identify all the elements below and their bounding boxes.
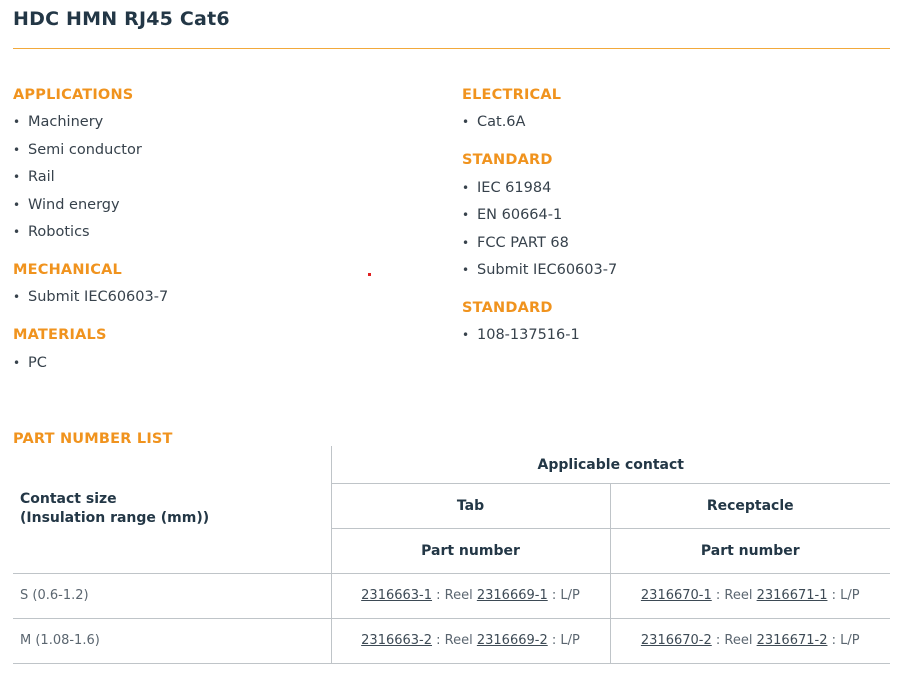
table-row: M (1.08-1.6) 2316663-2 : Reel 2316669-2 … <box>13 618 890 664</box>
bullet-icon: • <box>13 142 21 157</box>
list-item: • Rail <box>13 169 55 186</box>
reel-part-number-link[interactable]: 2316669-1 <box>477 588 548 603</box>
title-divider <box>13 48 890 49</box>
standard-list: • IEC 61984 • EN 60664-1 • FCC PART 68 • Sub… <box>462 179 882 279</box>
bullet-icon: • <box>462 262 470 277</box>
list-item: • Submit IEC60603-7 <box>13 289 169 306</box>
receptacle-part-cell: 2316670-1 : Reel 2316671-1 : L/P <box>609 573 890 619</box>
standard-list-2: • 108-137516-1 <box>462 326 882 344</box>
reel-part-number-link[interactable]: 2316671-1 <box>757 588 828 603</box>
bullet-icon: • <box>462 235 470 250</box>
applications-heading: APPLICATIONS <box>13 87 134 103</box>
list-item: • Semi conductor <box>13 141 142 158</box>
standard-heading-2: STANDARD <box>462 299 553 316</box>
part-number-link[interactable]: 2316670-2 <box>641 633 712 648</box>
bullet-icon: • <box>462 328 470 343</box>
tab-part-cell: 2316663-1 : Reel 2316669-1 : L/P <box>330 573 610 619</box>
part-number-link[interactable]: 2316663-1 <box>361 588 432 603</box>
bullet-icon: • <box>13 224 21 239</box>
spec-column-left: APPLICATIONS • Machinery • Semi conductor … <box>13 86 433 372</box>
bullet-icon: • <box>462 208 470 223</box>
list-item: • Cat.6A <box>462 114 526 131</box>
bullet-icon: • <box>13 290 21 305</box>
list-item: • EN 60664-1 <box>462 207 563 224</box>
page-title: HDC HMN RJ45 Cat6 <box>13 8 230 30</box>
list-item: • Submit IEC60603-7 <box>462 261 618 278</box>
receptacle-part-cell: 2316670-2 : Reel 2316671-2 : L/P <box>609 618 890 664</box>
list-item: • PC <box>13 354 47 371</box>
mechanical-heading: MECHANICAL <box>13 261 122 278</box>
list-item: • Wind energy <box>13 196 120 213</box>
contact-size-cell: M (1.08-1.6) <box>13 618 331 664</box>
tab-part-number-header: Part number <box>330 528 610 574</box>
materials-heading: MATERIALS <box>13 327 107 344</box>
tab-part-cell: 2316663-2 : Reel 2316669-2 : L/P <box>330 618 610 664</box>
part-number-link[interactable]: 2316663-2 <box>361 633 432 648</box>
bullet-icon: • <box>13 197 21 212</box>
electrical-list: • Cat.6A <box>462 113 882 131</box>
receptacle-header: Receptacle <box>609 483 890 529</box>
contact-size-header: Contact size (Insulation range (mm)) <box>13 446 331 574</box>
applications-list: • Machinery • Semi conductor • Rail • Wind e… <box>13 113 433 241</box>
table-row: S (0.6-1.2) 2316663-1 : Reel 2316669-1 :… <box>13 573 890 619</box>
receptacle-part-number-header: Part number <box>609 528 890 574</box>
bullet-icon: • <box>13 115 21 130</box>
bullet-icon: • <box>462 115 470 130</box>
spec-column-right: ELECTRICAL • Cat.6A STANDARD • IEC 61984 •… <box>462 86 882 344</box>
tab-header: Tab <box>330 483 610 529</box>
list-item: • Machinery <box>13 114 104 131</box>
electrical-heading: ELECTRICAL <box>462 87 562 103</box>
part-number-link[interactable]: 2316670-1 <box>641 588 712 603</box>
bullet-icon: • <box>13 170 21 185</box>
list-item: • 108-137516-1 <box>462 327 580 344</box>
bullet-icon: • <box>462 180 470 195</box>
reel-part-number-link[interactable]: 2316669-2 <box>477 633 548 648</box>
mechanical-list: • Submit IEC60603-7 <box>13 288 433 306</box>
marker-dot <box>368 273 371 276</box>
materials-list: • PC <box>13 354 433 372</box>
reel-part-number-link[interactable]: 2316671-2 <box>757 633 828 648</box>
list-item: • FCC PART 68 <box>462 234 569 251</box>
standard-heading: STANDARD <box>462 152 553 169</box>
applicable-contact-header: Applicable contact <box>330 446 890 484</box>
part-number-list-heading: PART NUMBER LIST <box>13 431 173 447</box>
part-number-table: Contact size (Insulation range (mm)) App… <box>13 446 890 664</box>
contact-size-cell: S (0.6-1.2) <box>13 573 331 619</box>
list-item: • IEC 61984 <box>462 179 552 196</box>
list-item: • Robotics <box>13 223 90 240</box>
bullet-icon: • <box>13 355 21 370</box>
